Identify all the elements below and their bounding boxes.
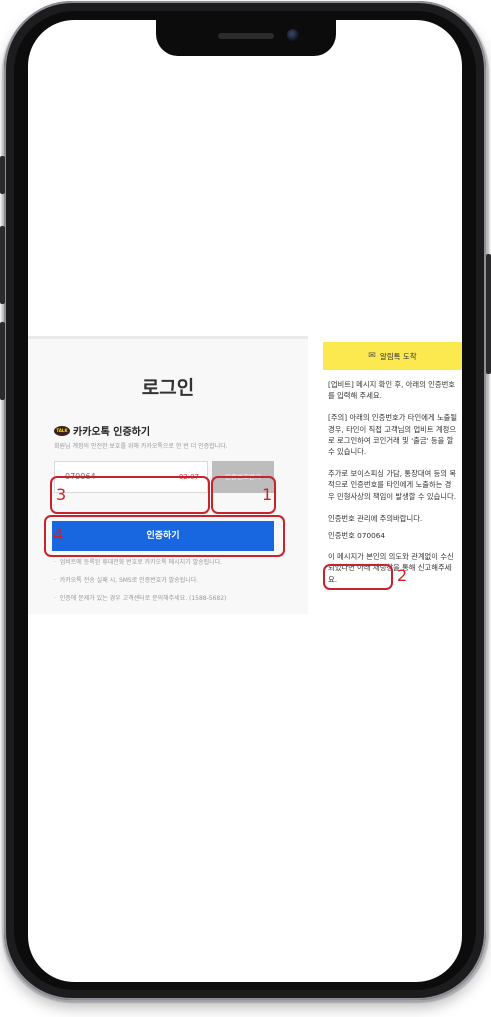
notch (156, 20, 336, 56)
notice-list: · 업비트에 등록된 휴대전화 번호로 카카오톡 메시지가 발송됩니다. · 카… (54, 557, 226, 611)
alimtalk-body: [업비트] 메시지 확인 후, 아래의 인증번호를 입력해 주세요. [주의] … (328, 379, 458, 585)
login-panel: 로그인 TALK 카카오톡 인증하기 회원님 계정의 안전한 보호를 위해 카카… (28, 336, 308, 614)
alimtalk-code-line: 인증번호 070064 (328, 531, 386, 541)
alimtalk-paragraph: [업비트] 메시지 확인 후, 아래의 인증번호를 입력해 주세요. (328, 380, 456, 401)
kakao-talk-icon: TALK (54, 425, 70, 436)
annotation-number-4: 4 (53, 525, 64, 544)
alimtalk-title: 알림톡 도착 (379, 351, 417, 361)
alimtalk-header: ✉ 알림톡 도착 (323, 342, 462, 370)
envelope-icon: ✉ (368, 351, 376, 361)
page-title: 로그인 (141, 377, 195, 399)
speaker (218, 33, 274, 39)
kakao-heading-row: TALK 카카오톡 인증하기 (54, 423, 150, 438)
annotation-number-2: 2 (397, 566, 408, 585)
alimtalk-paragraph: [주의] 아래의 인증번호가 타인에게 노출될 경우, 타인이 직접 고객님의 … (328, 413, 458, 457)
notice-item: · 카카오톡 전송 실패 시, SMS로 인증번호가 발송됩니다. (54, 577, 199, 584)
annotation-number-3: 3 (56, 485, 67, 504)
annotation-number-1: 1 (262, 485, 273, 504)
phone-screen: 로그인 TALK 카카오톡 인증하기 회원님 계정의 안전한 보호를 위해 카카… (28, 20, 462, 982)
volume-down-button (0, 322, 5, 400)
power-button (486, 254, 491, 374)
annotation-box-3 (50, 476, 210, 514)
kakao-subtitle: 회원님 계정의 안전한 보호를 위해 카카오톡으로 한 번 더 인증합니다. (54, 443, 228, 450)
alimtalk-message-panel: ✉ 알림톡 도착 [업비트] 메시지 확인 후, 아래의 인증번호를 입력해 주… (323, 342, 462, 617)
notice-item: · 인증에 문제가 있는 경우 고객센터로 문의해주세요. (1588-5682… (54, 595, 227, 602)
notice-item: · 업비트에 등록된 휴대전화 번호로 카카오톡 메시지가 발송됩니다. (54, 559, 223, 566)
alimtalk-paragraph: 인증번호 관리에 주의바랍니다. (328, 513, 423, 523)
kakao-heading: 카카오톡 인증하기 (73, 427, 151, 438)
alimtalk-paragraph: 추가로 보이스피싱 가담, 통장대여 등의 목적으로 인증번호를 타인에게 노출… (328, 469, 457, 501)
volume-up-button (0, 226, 5, 304)
annotation-box-4 (44, 515, 285, 557)
annotation-box-2 (323, 564, 393, 590)
camera-icon (287, 29, 299, 41)
silent-switch (0, 156, 5, 194)
